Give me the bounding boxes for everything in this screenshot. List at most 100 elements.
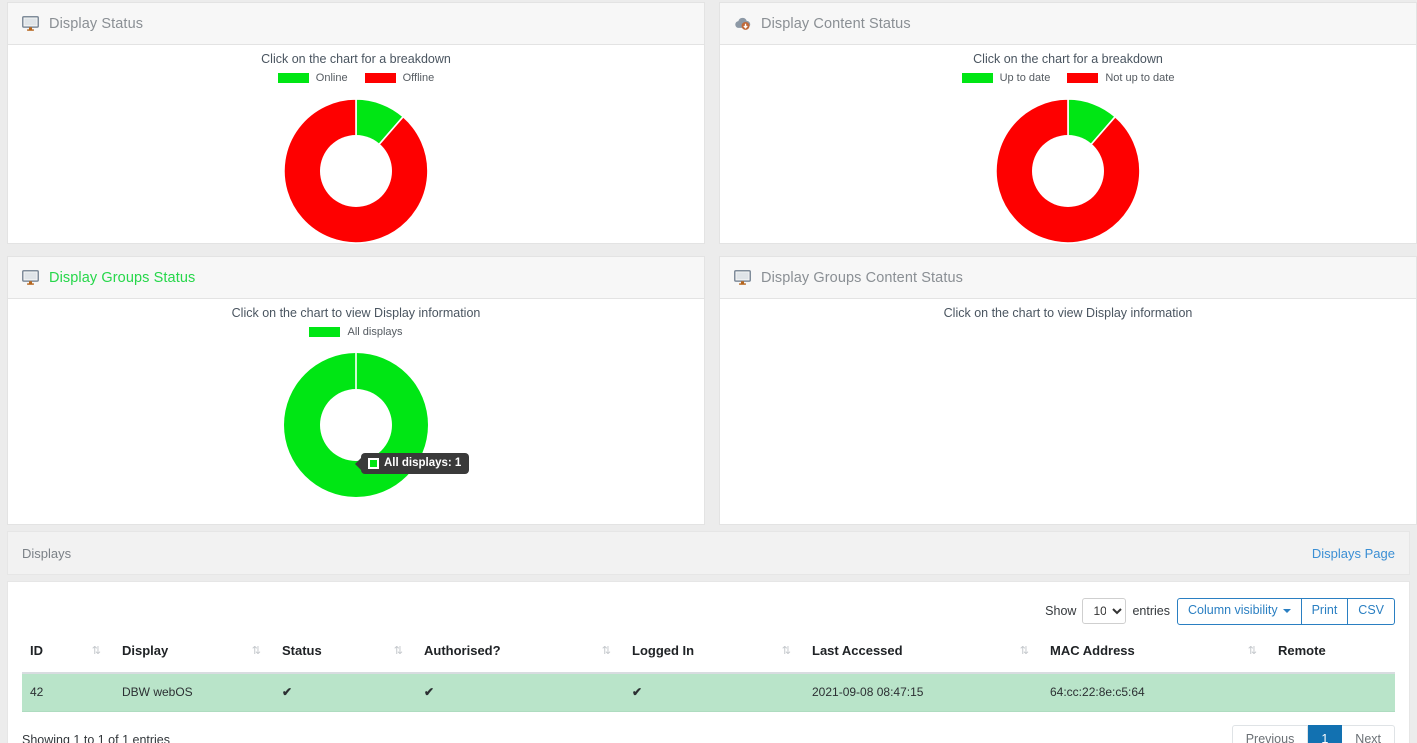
column-label: Authorised? bbox=[424, 643, 501, 658]
column-header-remote[interactable]: Remote bbox=[1270, 637, 1395, 673]
legend-swatch bbox=[309, 327, 340, 337]
widget-body: Click on the chart for a breakdown Up to… bbox=[720, 45, 1416, 243]
cell-authorised: ✔ bbox=[416, 673, 624, 712]
legend-label: Not up to date bbox=[1105, 72, 1174, 84]
widget-header: Display Groups Content Status bbox=[720, 257, 1416, 299]
cloud-download-icon bbox=[734, 15, 751, 32]
widget-header: Display Groups Status bbox=[8, 257, 704, 299]
table-footer: Showing 1 to 1 of 1 entries Previous 1 N… bbox=[22, 712, 1395, 743]
print-button[interactable]: Print bbox=[1302, 598, 1349, 625]
entries-label: entries bbox=[1132, 604, 1170, 618]
column-header-status[interactable]: Status ⇅ bbox=[274, 637, 416, 673]
widget-body: Click on the chart to view Display infor… bbox=[8, 299, 704, 524]
column-header-logged-in[interactable]: Logged In ⇅ bbox=[624, 637, 804, 673]
legend-item-up-to-date[interactable]: Up to date bbox=[962, 72, 1051, 84]
displays-section-bar: Displays Displays Page bbox=[7, 531, 1410, 575]
chart-legend: Up to date Not up to date bbox=[720, 72, 1416, 84]
cell-logged-in: ✔ bbox=[624, 673, 804, 712]
cell-display: DBW webOS bbox=[114, 673, 274, 712]
legend-swatch bbox=[962, 73, 993, 83]
chevron-down-icon bbox=[1283, 609, 1291, 613]
widget-header: Display Content Status bbox=[720, 3, 1416, 45]
table-button-group: Column visibility Print CSV bbox=[1177, 598, 1395, 625]
widget-header: Display Status bbox=[8, 3, 704, 45]
page-length-select[interactable]: 10 25 50 100 bbox=[1082, 598, 1126, 624]
widget-display-groups-status: Display Groups Status Click on the chart… bbox=[7, 256, 705, 525]
cell-remote bbox=[1270, 673, 1395, 712]
pagination-next[interactable]: Next bbox=[1342, 725, 1395, 743]
column-visibility-label: Column visibility bbox=[1188, 603, 1278, 617]
table-row[interactable]: 42 DBW webOS ✔ ✔ ✔ 2021-09-08 08:47:15 6… bbox=[22, 673, 1395, 712]
column-label: Remote bbox=[1278, 643, 1326, 658]
column-header-last-accessed[interactable]: Last Accessed ⇅ bbox=[804, 637, 1042, 673]
column-header-id[interactable]: ID ⇅ bbox=[22, 637, 114, 673]
legend-item-online[interactable]: Online bbox=[278, 72, 348, 84]
column-header-authorised[interactable]: Authorised? ⇅ bbox=[416, 637, 624, 673]
sort-icon: ⇅ bbox=[1248, 644, 1256, 657]
monitor-icon bbox=[22, 15, 39, 32]
legend-label: Online bbox=[316, 72, 348, 84]
donut-chart-display-groups-status[interactable]: All displays: 1 bbox=[8, 345, 704, 505]
chart-legend: Online Offline bbox=[8, 72, 704, 84]
legend-swatch bbox=[278, 73, 309, 83]
displays-section-title: Displays bbox=[22, 546, 71, 561]
widget-body: Click on the chart for a breakdown Onlin… bbox=[8, 45, 704, 243]
widget-display-groups-content-status: Display Groups Content Status Click on t… bbox=[719, 256, 1417, 525]
widget-title: Display Content Status bbox=[761, 16, 911, 32]
widget-title: Display Groups Content Status bbox=[761, 270, 963, 286]
column-header-display[interactable]: Display ⇅ bbox=[114, 637, 274, 673]
displays-page-link[interactable]: Displays Page bbox=[1312, 546, 1395, 561]
chart-caption: Click on the chart to view Display infor… bbox=[720, 299, 1416, 320]
legend-label: Up to date bbox=[1000, 72, 1051, 84]
table-toolbar: Show 10 25 50 100 entries Column visibil… bbox=[22, 594, 1395, 637]
sort-icon: ⇅ bbox=[602, 644, 610, 657]
legend-item-offline[interactable]: Offline bbox=[365, 72, 435, 84]
widget-display-status: Display Status Click on the chart for a … bbox=[7, 2, 705, 244]
donut-chart-display-status[interactable] bbox=[8, 91, 704, 251]
widget-row-2: Display Groups Status Click on the chart… bbox=[0, 254, 1417, 525]
column-label: Status bbox=[282, 643, 322, 658]
column-label: Last Accessed bbox=[812, 643, 903, 658]
tooltip-swatch bbox=[368, 458, 379, 469]
chart-caption: Click on the chart for a breakdown bbox=[8, 45, 704, 66]
legend-swatch bbox=[365, 73, 396, 83]
displays-table: ID ⇅ Display ⇅ Status ⇅ Authorised? ⇅ bbox=[22, 637, 1395, 712]
show-entries-control: Show 10 25 50 100 entries bbox=[1045, 598, 1170, 624]
legend-swatch bbox=[1067, 73, 1098, 83]
column-label: Display bbox=[122, 643, 168, 658]
sort-icon: ⇅ bbox=[394, 644, 402, 657]
column-visibility-button[interactable]: Column visibility bbox=[1177, 598, 1302, 625]
widget-title: Display Groups Status bbox=[49, 270, 195, 286]
sort-icon: ⇅ bbox=[252, 644, 260, 657]
legend-item-not-up-to-date[interactable]: Not up to date bbox=[1067, 72, 1174, 84]
column-label: MAC Address bbox=[1050, 643, 1135, 658]
chart-legend: All displays bbox=[8, 326, 704, 338]
sort-icon: ⇅ bbox=[1020, 644, 1028, 657]
cell-mac-address: 64:cc:22:8e:c5:64 bbox=[1042, 673, 1270, 712]
monitor-icon bbox=[22, 269, 39, 286]
donut-chart-display-content-status[interactable] bbox=[720, 91, 1416, 251]
tooltip-label: All displays: 1 bbox=[384, 457, 461, 469]
legend-label: Offline bbox=[403, 72, 435, 84]
displays-table-card: Show 10 25 50 100 entries Column visibil… bbox=[7, 581, 1410, 743]
sort-icon: ⇅ bbox=[782, 644, 790, 657]
cell-id: 42 bbox=[22, 673, 114, 712]
chart-tooltip: All displays: 1 bbox=[361, 453, 469, 474]
cell-last-accessed: 2021-09-08 08:47:15 bbox=[804, 673, 1042, 712]
chart-caption: Click on the chart for a breakdown bbox=[720, 45, 1416, 66]
widget-row-1: Display Status Click on the chart for a … bbox=[0, 0, 1417, 244]
chart-caption: Click on the chart to view Display infor… bbox=[8, 299, 704, 320]
show-label: Show bbox=[1045, 604, 1076, 618]
csv-button[interactable]: CSV bbox=[1348, 598, 1395, 625]
table-head: ID ⇅ Display ⇅ Status ⇅ Authorised? ⇅ bbox=[22, 637, 1395, 673]
cell-status: ✔ bbox=[274, 673, 416, 712]
legend-item-all-displays[interactable]: All displays bbox=[309, 326, 402, 338]
column-header-mac-address[interactable]: MAC Address ⇅ bbox=[1042, 637, 1270, 673]
column-label: ID bbox=[30, 643, 43, 658]
pagination-previous[interactable]: Previous bbox=[1232, 725, 1309, 743]
widget-title: Display Status bbox=[49, 16, 143, 32]
sort-icon: ⇅ bbox=[92, 644, 100, 657]
widget-body: Click on the chart to view Display infor… bbox=[720, 299, 1416, 524]
table-header-row: ID ⇅ Display ⇅ Status ⇅ Authorised? ⇅ bbox=[22, 637, 1395, 673]
pagination-page-1[interactable]: 1 bbox=[1308, 725, 1342, 743]
